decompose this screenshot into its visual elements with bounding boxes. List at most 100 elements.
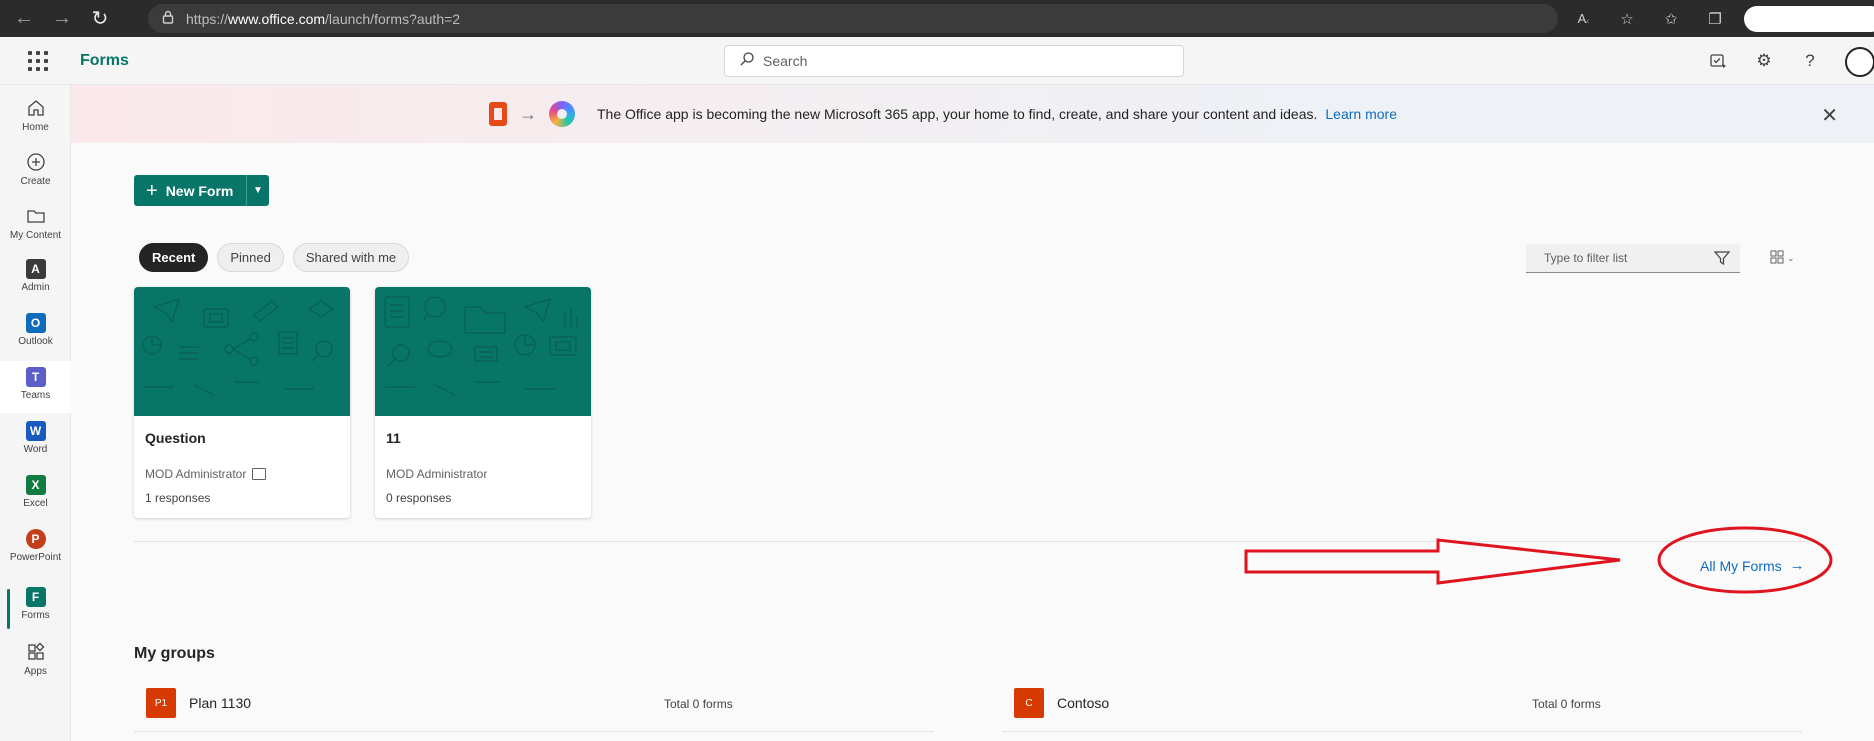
form-card-responses: 0 responses <box>386 491 452 505</box>
rail-label-excel: Excel <box>23 498 48 509</box>
search-placeholder: Search <box>763 53 808 69</box>
form-card-thumbnail <box>134 287 350 416</box>
grid-view-icon <box>1770 250 1784 267</box>
rail-label-teams: Teams <box>20 390 51 401</box>
new-form-main[interactable]: + New Form <box>134 175 247 206</box>
group-name: Contoso <box>1057 695 1110 711</box>
tab-recent[interactable]: Recent <box>139 243 209 272</box>
rail-label-my-content: My Content <box>9 230 62 241</box>
selected-indicator <box>7 589 10 629</box>
rail-label-apps: Apps <box>24 666 47 677</box>
search-icon <box>739 51 755 72</box>
admin-app-icon: A <box>25 259 46 279</box>
read-aloud-icon[interactable]: A ⁁ <box>1568 4 1598 34</box>
new-form-label: New Form <box>165 182 234 199</box>
all-my-forms-link[interactable]: All My Forms → <box>1700 557 1805 574</box>
app-name[interactable]: Forms <box>80 52 129 70</box>
announcement-banner: → The Office app is becoming the new Mic… <box>71 85 1874 143</box>
refresh-icon[interactable]: ↻ <box>86 5 114 33</box>
form-card-owner: MOD Administrator <box>386 467 487 481</box>
settings-gear-icon[interactable]: ⚙ <box>1752 49 1776 73</box>
app-launcher-icon[interactable] <box>28 51 48 71</box>
rail-label-powerpoint: PowerPoint <box>9 552 62 563</box>
rail-label-outlook: Outlook <box>18 336 53 347</box>
rail-item-excel[interactable]: X Excel <box>0 469 71 521</box>
form-card-title: 11 <box>386 430 401 446</box>
app-header: Forms Search ⚙ ? <box>0 37 1874 85</box>
group-name: Plan 1130 <box>189 695 252 711</box>
help-icon[interactable]: ? <box>1798 49 1822 73</box>
group-row[interactable]: C Contoso Total 0 forms <box>1002 686 1802 732</box>
rail-label-home: Home <box>22 122 49 133</box>
browser-profile-button[interactable] <box>1744 5 1874 32</box>
word-app-icon: W <box>25 421 46 441</box>
group-total-forms: Total 0 forms <box>1532 697 1601 711</box>
filter-placeholder: Type to filter list <box>1544 251 1628 265</box>
rail-item-outlook[interactable]: O Outlook <box>0 307 71 359</box>
rail-label-admin: Admin <box>21 282 50 293</box>
form-card-owner: MOD Administrator <box>145 467 267 481</box>
outlook-app-icon: O <box>25 313 46 333</box>
filter-icon[interactable] <box>1713 250 1731 269</box>
close-icon[interactable]: ✕ <box>1821 103 1838 128</box>
address-bar[interactable]: https://www.office.com/launch/forms?auth… <box>148 4 1558 33</box>
tab-pinned[interactable]: Pinned <box>217 243 284 272</box>
banner-text: The Office app is becoming the new Micro… <box>597 106 1318 122</box>
rail-item-my-content[interactable]: My Content <box>0 199 71 251</box>
rail-item-create[interactable]: Create <box>0 145 71 197</box>
form-card-owner-name: MOD Administrator <box>145 467 247 481</box>
group-row[interactable]: P1 Plan 1130 Total 0 forms <box>134 686 934 732</box>
whats-new-icon[interactable] <box>1706 49 1730 73</box>
excel-app-icon: X <box>25 475 46 495</box>
new-form-button[interactable]: + New Form ▼ <box>134 175 269 206</box>
my-groups-heading: My groups <box>134 645 215 662</box>
form-card[interactable]: 11 MOD Administrator 0 responses <box>375 287 591 518</box>
powerpoint-app-icon: P <box>25 529 46 549</box>
chevron-down-icon: ⌄ <box>1787 253 1795 263</box>
collections-icon[interactable]: ❐ <box>1700 4 1730 34</box>
tab-shared-with-me[interactable]: Shared with me <box>292 243 410 272</box>
back-icon[interactable]: ← <box>10 5 38 33</box>
rail-item-forms[interactable]: F Forms <box>0 581 71 633</box>
plus-icon: + <box>146 179 158 202</box>
form-card[interactable]: Question MOD Administrator 1 responses <box>134 287 350 518</box>
left-app-rail: Home Create My Content A Admin O Outlook… <box>0 85 71 741</box>
group-avatar: C <box>1014 688 1044 718</box>
rail-item-home[interactable]: Home <box>0 91 71 143</box>
arrow-right-icon: → <box>519 103 537 124</box>
rail-item-word[interactable]: W Word <box>0 415 71 467</box>
rail-item-teams[interactable]: T Teams <box>0 361 71 413</box>
avatar[interactable] <box>1845 47 1874 77</box>
arrow-right-icon: → <box>1789 557 1805 574</box>
rail-item-apps[interactable]: Apps <box>0 635 71 687</box>
lock-icon <box>162 10 174 27</box>
folder-icon <box>25 205 47 227</box>
apps-grid-icon <box>25 641 47 663</box>
group-avatar: P1 <box>146 688 176 718</box>
chevron-down-icon[interactable]: ▼ <box>247 175 269 206</box>
search-input[interactable]: Search <box>724 45 1184 77</box>
view-toggle-button[interactable]: ⌄ <box>1770 250 1795 267</box>
browser-toolbar: ← → ↻ https://www.office.com/launch/form… <box>0 0 1874 37</box>
office-logo-icon <box>489 102 507 126</box>
rail-item-powerpoint[interactable]: P PowerPoint <box>0 523 71 575</box>
form-card-thumbnail <box>375 287 591 416</box>
teams-app-icon: T <box>25 367 46 387</box>
filter-list-input[interactable]: Type to filter list <box>1526 244 1740 273</box>
all-my-forms-label: All My Forms <box>1700 557 1782 574</box>
rail-label-forms: Forms <box>21 610 50 621</box>
favorites-icon[interactable]: ✩ <box>1656 4 1686 34</box>
rail-label-create: Create <box>20 176 51 187</box>
add-favorite-icon[interactable]: ☆ <box>1612 4 1642 34</box>
add-circle-icon <box>25 151 47 173</box>
form-card-title: Question <box>145 430 206 446</box>
form-card-owner-name: MOD Administrator <box>386 467 488 481</box>
group-total-forms: Total 0 forms <box>664 697 733 711</box>
forward-icon[interactable]: → <box>48 5 76 33</box>
form-card-responses: 1 responses <box>145 491 211 505</box>
learn-more-link[interactable]: Learn more <box>1325 106 1397 122</box>
microsoft-365-logo-icon <box>549 101 575 127</box>
rail-item-admin[interactable]: A Admin <box>0 253 71 305</box>
form-type-icon <box>252 468 267 480</box>
forms-app-icon: F <box>25 587 46 607</box>
